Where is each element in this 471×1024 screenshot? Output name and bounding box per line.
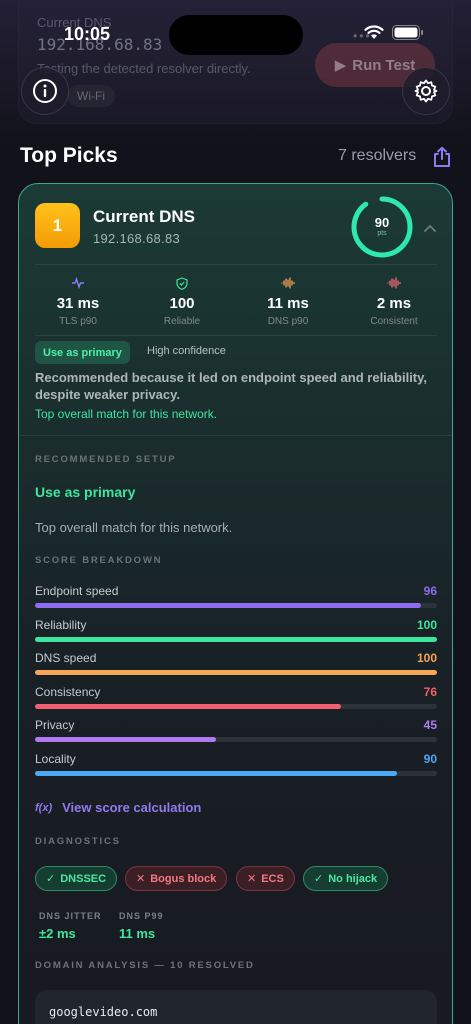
score-row-label: Endpoint speed	[35, 584, 119, 598]
metric-consistency: 2 ms Consistent	[349, 277, 439, 327]
recommended-description: Top overall match for this network.	[35, 520, 233, 535]
share-icon	[434, 146, 450, 167]
score-bar-track	[35, 603, 437, 608]
diagnostic-chip-no-hijack: ✓ No hijack	[303, 866, 389, 891]
close-icon: ✕	[247, 873, 257, 885]
metric-tls: 31 ms TLS p90	[33, 277, 123, 327]
score-row-label: Reliability	[35, 617, 87, 632]
network-badge: Wi-Fi	[67, 85, 115, 107]
stat-dns-p99: DNS P99 11 ms	[119, 911, 164, 941]
resolver-card[interactable]: 1 Current DNS 192.168.68.83 90 pts 31 ms…	[18, 183, 453, 1024]
diagnostic-chip-ecs: ✕ ECS	[236, 866, 295, 891]
confidence-label: High confidence	[147, 345, 226, 357]
view-score-calculation-link[interactable]: f(x) View score calculation	[35, 800, 201, 815]
check-icon: ✓	[314, 873, 324, 885]
status-time: 10:05	[64, 24, 111, 44]
share-button[interactable]	[432, 146, 452, 173]
diagnostics-label: DIAGNOSTICS	[35, 836, 121, 847]
info-icon	[33, 79, 57, 103]
shield-check-icon	[176, 277, 188, 290]
recommendation-reason: Recommended because it led on endpoint s…	[35, 370, 428, 402]
info-button[interactable]	[21, 67, 69, 115]
score-row-value: 90	[423, 752, 437, 766]
score-value: 90	[374, 215, 390, 230]
resolver-count: 7 resolvers	[338, 147, 417, 164]
wifi-icon	[364, 25, 384, 39]
waveform-icon	[387, 277, 401, 289]
battery-icon	[392, 25, 423, 40]
check-icon: ✓	[46, 873, 56, 885]
status-icons	[364, 25, 424, 40]
dynamic-island	[169, 15, 303, 55]
score-row-value: 76	[423, 684, 437, 699]
score-row-value: 96	[423, 584, 437, 598]
resolver-ip: 192.168.68.83	[93, 231, 181, 246]
diagnostic-chip-dnssec: ✓ DNSSEC	[35, 866, 118, 891]
score-bar-fill	[35, 636, 437, 642]
divider	[35, 264, 437, 265]
score-row-label: Consistency	[35, 684, 101, 699]
score-row-label: DNS speed	[35, 651, 97, 666]
domain-analysis-label: DOMAIN ANALYSIS — 10 RESOLVED	[35, 960, 255, 971]
chevron-up-icon	[424, 224, 436, 232]
function-icon: f(x)	[35, 801, 53, 814]
score-bar-fill	[35, 703, 341, 709]
metric-reliable: 100 Reliable	[137, 277, 227, 327]
score-unit: pts	[377, 230, 387, 237]
play-icon: ▶	[334, 57, 347, 74]
score-bar-track	[35, 703, 437, 709]
score-row-value: 45	[423, 718, 437, 733]
score-row-label: Locality	[35, 752, 76, 766]
diagnostic-chip-bogus-block: ✕ Bogus block	[125, 866, 228, 891]
stat-dns-jitter: DNS JITTER ±2 ms	[39, 911, 102, 941]
score-bar-fill	[35, 737, 216, 743]
metric-dns: 11 ms DNS p90	[243, 277, 333, 327]
score-bar-fill	[35, 771, 397, 776]
resolver-name: Current DNS	[93, 207, 196, 226]
divider	[35, 335, 437, 336]
recommended-primary: Use as primary	[35, 484, 136, 500]
close-icon: ✕	[136, 873, 146, 885]
recommendation-note: Top overall match for this network.	[35, 407, 218, 421]
score-bar-track	[35, 771, 437, 776]
collapse-button[interactable]	[423, 220, 437, 238]
score-bar-track	[35, 737, 437, 743]
score-row-value: 100	[416, 651, 437, 666]
score-bar-fill	[35, 603, 421, 608]
settings-button[interactable]	[402, 67, 450, 115]
current-dns-description: Testing the detected resolver directly.	[37, 61, 251, 76]
score-breakdown-label: SCORE BREAKDOWN	[35, 555, 163, 566]
score-bar-track	[35, 670, 437, 676]
score-row-value: 100	[416, 617, 437, 632]
score-bar-fill	[35, 670, 437, 676]
pulse-icon	[72, 277, 84, 289]
gear-icon	[414, 79, 438, 103]
top-picks-title: Top Picks	[20, 144, 118, 167]
primary-pill: Use as primary	[35, 341, 130, 364]
rank-badge: 1	[35, 203, 80, 248]
score-bar-track	[35, 636, 437, 642]
waveform-icon	[281, 277, 295, 289]
recommended-setup-label: RECOMMENDED SETUP	[35, 454, 177, 465]
divider	[19, 435, 452, 436]
score-row-label: Privacy	[35, 718, 75, 733]
domain-item[interactable]: googlevideo.com	[35, 990, 437, 1024]
domain-name: googlevideo.com	[49, 1005, 158, 1019]
